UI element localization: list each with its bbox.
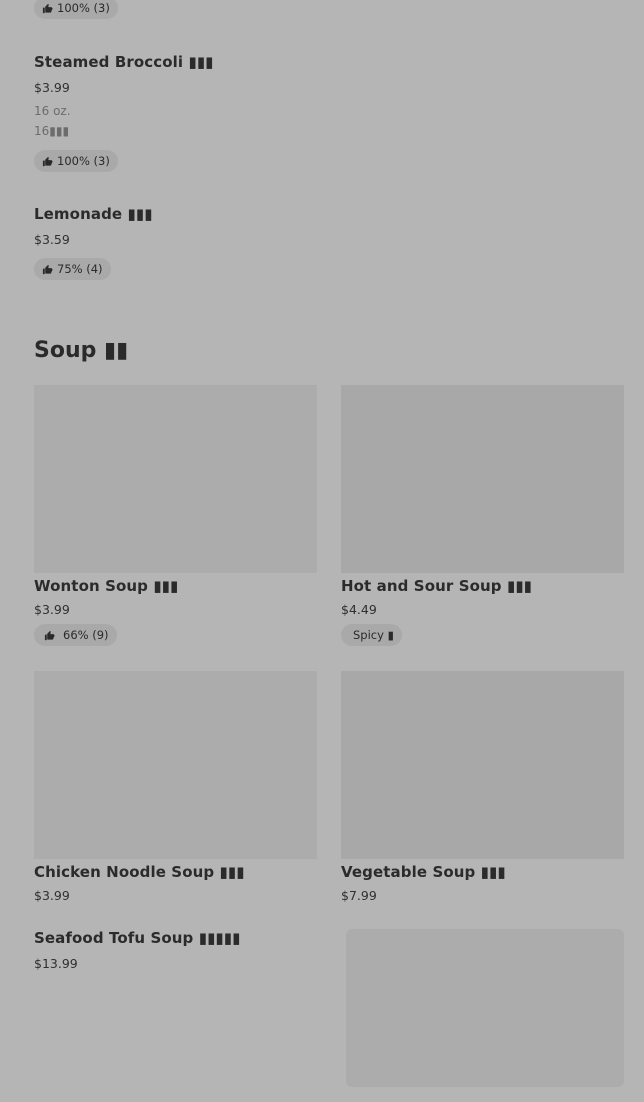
thumbs-up-icon [42, 3, 53, 13]
item-price: $13.99 [34, 956, 78, 971]
rating-text: 66% (9) [63, 628, 109, 642]
item-image[interactable] [34, 385, 317, 573]
menu-item[interactable]: Steamed Broccoli ▮▮▮ [34, 53, 214, 71]
item-name: Steamed Broccoli ▮▮▮ [34, 53, 214, 71]
item-name[interactable]: Wonton Soup ▮▮▮ [34, 577, 178, 595]
thumbs-up-icon [44, 630, 55, 640]
item-image[interactable] [341, 671, 624, 859]
item-size-secondary: 16▮▮▮ [34, 124, 70, 138]
rating-badge: 100% (3) [34, 150, 118, 172]
item-price: $3.99 [34, 80, 70, 95]
rating-text: 100% (3) [57, 1, 110, 15]
item-price: $3.59 [34, 232, 70, 247]
item-image[interactable] [341, 385, 624, 573]
section-title: Soup ▮▮ [34, 338, 129, 363]
spicy-tag: Spicy ▮ [341, 624, 402, 646]
rating-badge: 100% (3) [34, 0, 118, 19]
thumbs-up-icon [42, 264, 53, 274]
item-name[interactable]: Chicken Noodle Soup ▮▮▮ [34, 863, 245, 881]
item-price: $4.49 [341, 602, 377, 617]
item-image[interactable] [34, 671, 317, 859]
thumbs-up-icon [42, 156, 53, 166]
item-price: $3.99 [34, 888, 70, 903]
item-name[interactable]: Hot and Sour Soup ▮▮▮ [341, 577, 532, 595]
item-price: $3.99 [34, 602, 70, 617]
item-image[interactable] [346, 929, 624, 1087]
item-price: $7.99 [341, 888, 377, 903]
rating-text: 100% (3) [57, 154, 110, 168]
rating-text: 75% (4) [57, 262, 103, 276]
rating-badge: 66% (9) [34, 624, 117, 646]
rating-badge: 75% (4) [34, 258, 111, 280]
item-name: Lemonade ▮▮▮ [34, 205, 153, 223]
item-size: 16 oz. [34, 104, 71, 118]
item-name[interactable]: Vegetable Soup ▮▮▮ [341, 863, 506, 881]
menu-item[interactable]: Lemonade ▮▮▮ [34, 205, 153, 223]
tag-text: Spicy ▮ [353, 628, 394, 642]
item-name[interactable]: Seafood Tofu Soup ▮▮▮▮▮ [34, 929, 240, 947]
